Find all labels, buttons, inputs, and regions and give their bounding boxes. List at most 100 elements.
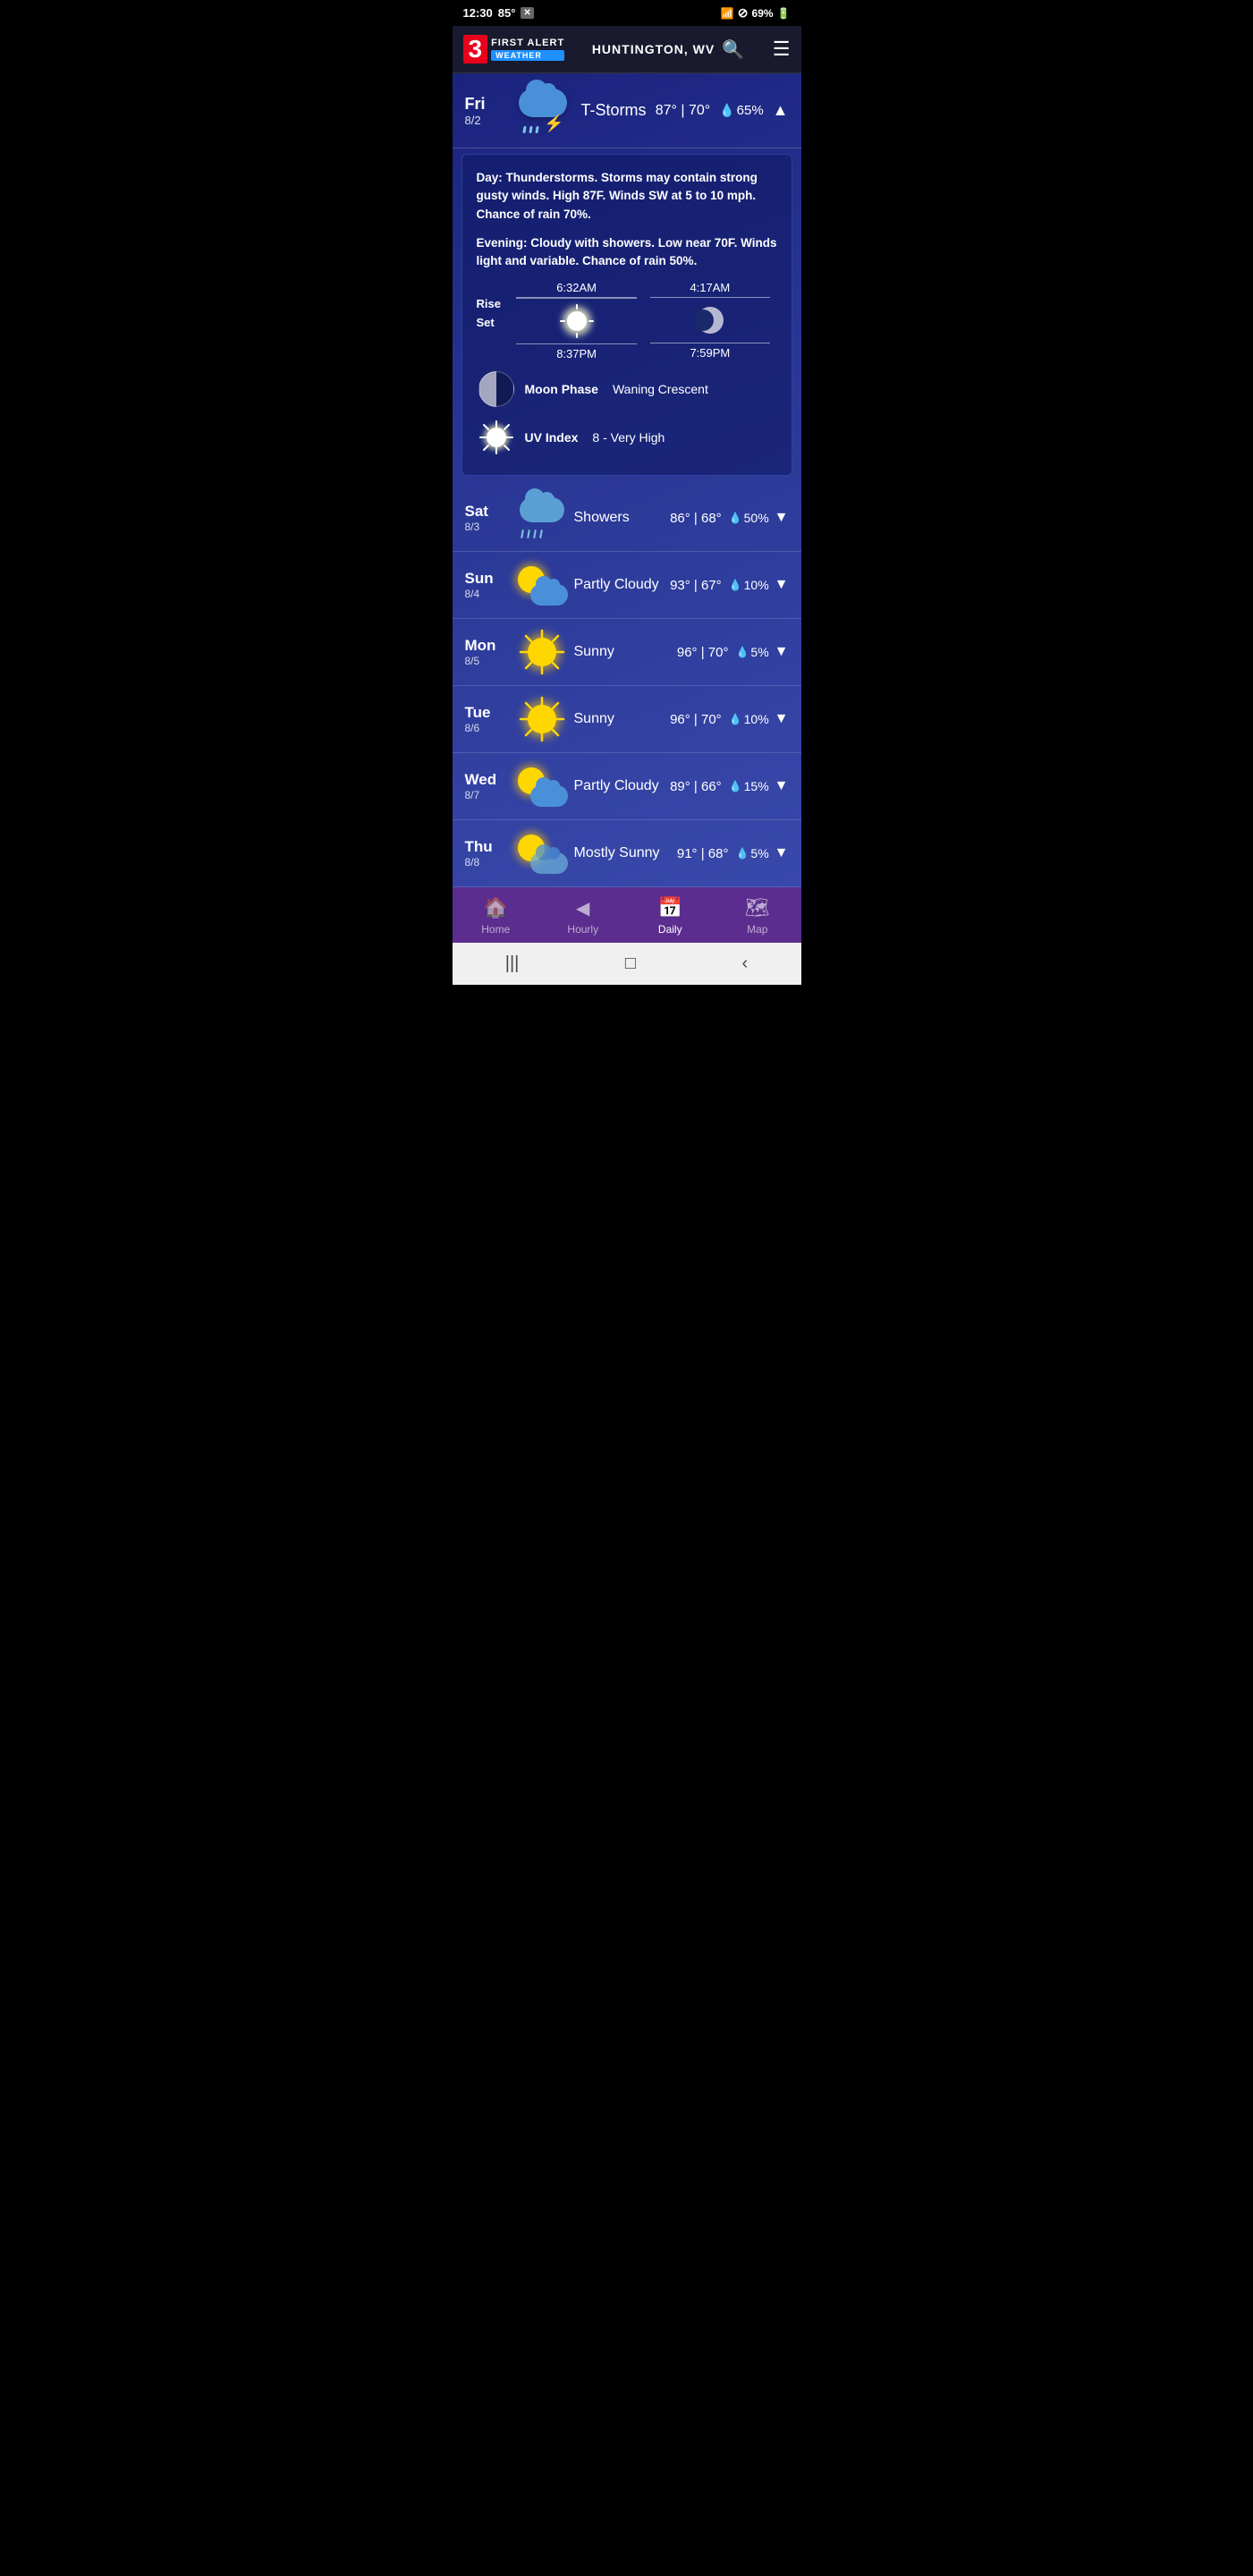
nav-hourly-label: Hourly [567,923,598,936]
thunder-bolt: ⚡ [544,115,563,131]
wifi-icon: 📶 [721,7,734,20]
forecast-icon [515,833,569,874]
rain-lines [521,530,542,538]
forecast-condition: Partly Cloudy [574,778,671,794]
signal-icon: ⊘ [738,5,749,21]
forecast-temps: 91° | 68° [677,846,729,861]
expand-chevron[interactable]: ▼ [775,644,789,660]
day-label: Day: [477,171,503,184]
sun-rays-svg [519,696,565,742]
forecast-row[interactable]: Tue 8/6 Sunny 96° | 70° 💧 [453,686,801,753]
current-precip-value: 65% [737,103,764,118]
rise-set-labels: Rise Set [477,281,501,329]
forecast-precip: 💧 50% [729,511,769,525]
sun-rays-svg [519,629,565,675]
day-description-text: Thunderstorms. Storms may contain strong… [477,171,758,221]
system-nav: ||| □ ‹ [453,943,801,985]
daily-icon: 📅 [658,896,682,919]
header-right[interactable]: ☰ [773,39,791,59]
logo-box: 3 [463,35,488,64]
forecast-condition: Showers [574,510,671,526]
home-icon: 🏠 [484,896,508,919]
moon-set-time: 7:59PM [690,346,730,360]
forecast-icon [515,631,569,673]
sun-column: 6:32AM 8:37PM [510,281,643,360]
recent-apps-button[interactable]: ||| [505,953,520,974]
forecast-day-date: 8/6 [465,722,510,734]
sun-divider-top [516,297,636,299]
status-x-icon: ✕ [521,7,533,19]
day-description-block: Day: Thunderstorms. Storms may contain s… [477,169,777,224]
battery-icon: 🔋 [777,7,791,20]
precip-drop-icon: 💧 [719,103,734,118]
status-bar: 12:30 85° ✕ 📶 ⊘ 69% 🔋 [453,0,801,26]
forecast-row[interactable]: Sat 8/3 Showers 86° | 68° 💧 50% ▼ [453,485,801,552]
forecast-condition: Mostly Sunny [574,845,677,861]
main-content: Fri 8/2 ⚡ T-Storms 87° | 70° 💧 65% [453,73,801,887]
menu-icon[interactable]: ☰ [773,39,791,59]
forecast-day-name: Tue [465,704,510,722]
current-precip: 💧 65% [719,103,763,118]
sun-set-time: 8:37PM [556,347,597,360]
moon-phase-label: Moon Phase [525,382,598,396]
nav-home[interactable]: 🏠 Home [453,896,540,936]
moon-phase-icon-container [477,369,516,409]
forecast-day-info: Thu 8/8 [465,838,510,869]
precip-value: 5% [750,645,768,659]
moon-column: 4:17AM 7:59PM [643,281,776,360]
uv-rays-svg [479,420,513,454]
current-temps: 87° | 70° [656,103,710,119]
forecast-day-info: Sun 8/4 [465,570,510,600]
rain-drop [522,125,526,132]
status-left: 12:30 85° ✕ [463,6,534,20]
forecast-row[interactable]: Mon 8/5 Sunny 96° | 70° 💧 [453,619,801,686]
expand-chevron[interactable]: ▼ [775,510,789,526]
uv-sun-icon [479,420,513,454]
rain-drop [529,125,532,132]
uv-label: UV Index [525,430,579,445]
nav-map[interactable]: 🗺 Map [714,896,801,936]
forecast-day-info: Tue 8/6 [465,704,510,734]
forecast-condition: Partly Cloudy [574,577,671,593]
temp-separator: | [681,103,689,118]
forecast-temps: 93° | 67° [670,578,722,593]
current-day-row[interactable]: Fri 8/2 ⚡ T-Storms 87° | 70° 💧 65% [453,73,801,148]
collapse-chevron[interactable]: ▲ [773,101,789,120]
home-button[interactable]: □ [625,953,636,974]
cloud-front [530,584,568,606]
rain-drop [535,125,538,132]
precip-value: 50% [744,511,769,525]
back-button[interactable]: ‹ [742,953,749,974]
mostly-sunny-icon [516,833,568,874]
partly-cloudy-icon [516,766,568,807]
logo-text: FIRST ALERT WEATHER [491,38,564,61]
forecast-list: Sat 8/3 Showers 86° | 68° 💧 50% ▼ [453,485,801,887]
forecast-row[interactable]: Sun 8/4 Partly Cloudy 93° | 67° 💧 10% ▼ [453,552,801,619]
sun-rise-time: 6:32AM [556,281,597,294]
expand-chevron[interactable]: ▼ [775,577,789,593]
forecast-day-date: 8/7 [465,789,510,801]
forecast-temps: 86° | 68° [670,511,722,526]
status-temp: 85° [498,6,516,20]
rain-drops [523,126,538,133]
expand-chevron[interactable]: ▼ [775,778,789,794]
precip-value: 10% [744,578,769,592]
forecast-precip: 💧 10% [729,712,769,726]
search-icon[interactable]: 🔍 [722,38,745,61]
forecast-temps: 96° | 70° [677,645,729,660]
forecast-row[interactable]: Wed 8/7 Partly Cloudy 89° | 66° 💧 15% ▼ [453,753,801,820]
expand-chevron[interactable]: ▼ [775,845,789,861]
sun-icon [561,305,593,337]
forecast-day-date: 8/3 [465,521,510,533]
forecast-row[interactable]: Thu 8/8 Mostly Sunny 91° | 68° 💧 5% ▼ [453,820,801,887]
thunderstorm-icon: ⚡ [514,89,571,133]
forecast-temps: 89° | 66° [670,779,722,794]
nav-hourly[interactable]: ◀ Hourly [539,897,627,936]
nav-daily[interactable]: 📅 Daily [627,896,715,936]
forecast-day-info: Wed 8/7 [465,771,510,801]
nav-map-label: Map [747,923,767,936]
forecast-precip: 💧 5% [735,846,768,860]
forecast-day-date: 8/5 [465,655,510,667]
current-day-date: 8/2 [465,114,504,127]
expand-chevron[interactable]: ▼ [775,711,789,727]
